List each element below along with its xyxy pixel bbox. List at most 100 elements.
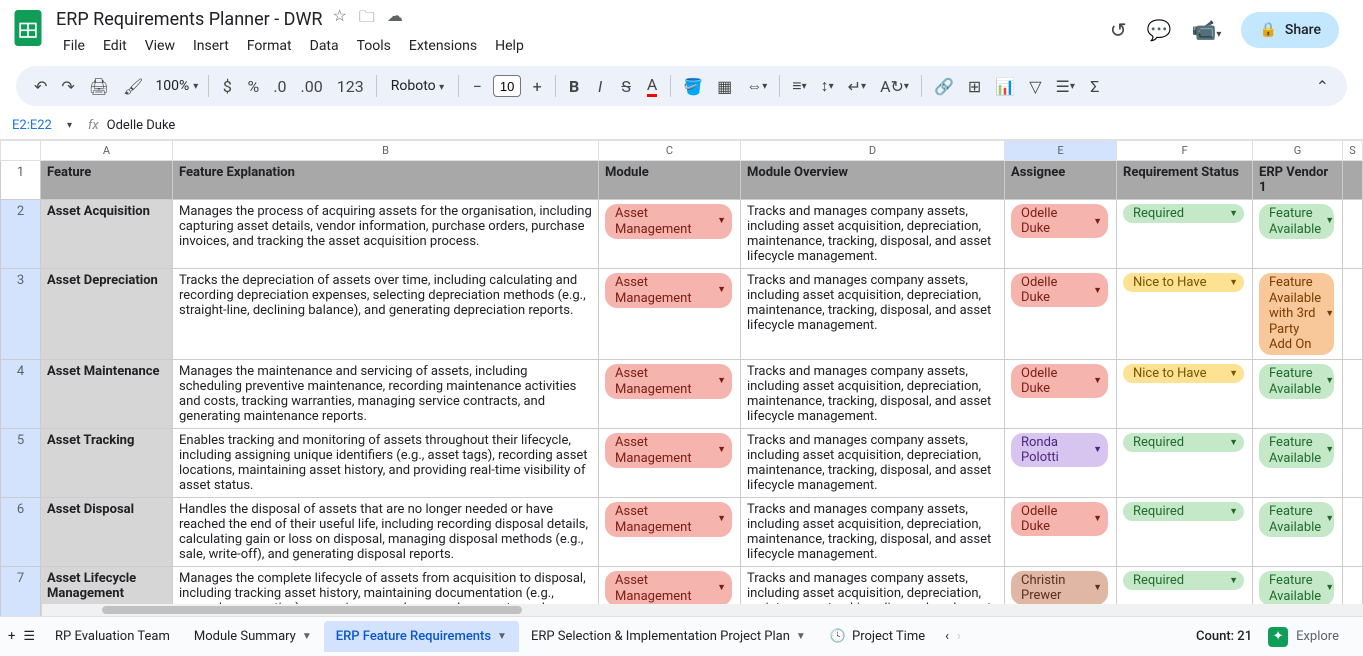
header-vendor[interactable]: ERP Vendor 1	[1253, 161, 1343, 200]
cell-module[interactable]: Asset Management▼	[599, 200, 741, 269]
menu-data[interactable]: Data	[303, 34, 346, 58]
cell-vendor[interactable]: Feature Available with 3rd Party Add On▼	[1253, 269, 1343, 360]
cell-feature[interactable]: Asset Acquisition	[41, 200, 173, 269]
menu-insert[interactable]: Insert	[186, 34, 236, 58]
scroll-tabs-left[interactable]: ‹	[945, 629, 949, 644]
assignee-chip[interactable]: Odelle Duke▼	[1011, 502, 1108, 536]
add-sheet-button[interactable]: +	[8, 629, 15, 644]
all-sheets-button[interactable]: ☰	[23, 629, 35, 644]
cell-explain[interactable]: Enables tracking and monitoring of asset…	[173, 428, 599, 497]
sheet-tab[interactable]: Module Summary▼	[182, 621, 324, 652]
zoom-select[interactable]: 100%▾	[151, 78, 202, 94]
status-chip[interactable]: Required▼	[1123, 204, 1244, 223]
cell-module[interactable]: Asset Management▼	[599, 269, 741, 360]
cell-status[interactable]: Required▼	[1117, 497, 1253, 566]
name-box[interactable]: E2:E22▾	[6, 116, 78, 135]
strike-button[interactable]: S	[614, 71, 638, 102]
status-chip[interactable]: Required▼	[1123, 571, 1244, 590]
cell-feature[interactable]: Asset Depreciation	[41, 269, 173, 360]
menu-file[interactable]: File	[56, 34, 92, 58]
rotate-button[interactable]: A↻▾	[874, 71, 915, 102]
cell-overview[interactable]: Tracks and manages company assets, inclu…	[741, 428, 1005, 497]
header-feature[interactable]: Feature	[41, 161, 173, 200]
comment-icon[interactable]: 💬	[1147, 18, 1172, 42]
vendor-chip[interactable]: Feature Available▼	[1259, 204, 1334, 239]
percent-button[interactable]: %	[241, 71, 265, 102]
horizontal-scrollbar[interactable]	[42, 604, 1363, 616]
font-size-decrease[interactable]: −	[465, 71, 489, 102]
header-overview[interactable]: Module Overview	[741, 161, 1005, 200]
print-button[interactable]: 🖨	[83, 71, 115, 102]
assignee-chip[interactable]: Odelle Duke▼	[1011, 273, 1108, 307]
paint-format-button[interactable]: 🖌	[117, 71, 149, 102]
text-color-button[interactable]: A	[640, 69, 664, 103]
cell-explain[interactable]: Handles the disposal of assets that are …	[173, 497, 599, 566]
merge-button[interactable]: ⇔▾	[740, 70, 773, 102]
header-explain[interactable]: Feature Explanation	[173, 161, 599, 200]
font-size-increase[interactable]: +	[525, 71, 549, 102]
module-chip[interactable]: Asset Management▼	[605, 502, 732, 537]
cell-status[interactable]: Nice to Have▼	[1117, 269, 1253, 360]
cell-module[interactable]: Asset Management▼	[599, 359, 741, 428]
currency-button[interactable]: $	[215, 71, 239, 102]
assignee-chip[interactable]: Christin Prewer▼	[1011, 571, 1108, 605]
select-all[interactable]	[1, 141, 41, 161]
cell-overview[interactable]: Tracks and manages company assets, inclu…	[741, 359, 1005, 428]
cell-overview[interactable]: Tracks and manages company assets, inclu…	[741, 200, 1005, 269]
functions-button[interactable]: Σ	[1083, 71, 1107, 102]
wrap-button[interactable]: ↵▾	[842, 71, 872, 102]
cell-assignee[interactable]: Odelle Duke▼	[1005, 497, 1117, 566]
status-chip[interactable]: Nice to Have▼	[1123, 273, 1244, 292]
menu-view[interactable]: View	[138, 34, 182, 58]
cell-assignee[interactable]: Ronda Polotti▼	[1005, 428, 1117, 497]
star-icon[interactable]: ☆	[333, 6, 347, 33]
col-f[interactable]: F	[1117, 141, 1253, 161]
cell-status[interactable]: Required▼	[1117, 428, 1253, 497]
vendor-chip[interactable]: Feature Available▼	[1259, 571, 1334, 606]
doc-title[interactable]: ERP Requirements Planner - DWR	[56, 9, 323, 30]
col-a[interactable]: A	[41, 141, 173, 161]
sheet-tab[interactable]: RP Evaluation Team	[43, 621, 182, 652]
sheet-tab[interactable]: ERP Feature Requirements▼	[324, 621, 519, 652]
menu-format[interactable]: Format	[240, 34, 299, 58]
move-icon[interactable]: 🗀	[359, 6, 375, 33]
chart-button[interactable]: 📊	[989, 71, 1021, 102]
module-chip[interactable]: Asset Management▼	[605, 433, 732, 468]
bold-button[interactable]: B	[562, 71, 586, 102]
link-button[interactable]: 🔗	[928, 71, 960, 102]
cell-vendor[interactable]: Feature Available▼	[1253, 200, 1343, 269]
vendor-chip[interactable]: Feature Available with 3rd Party Add On▼	[1259, 273, 1334, 355]
redo-button[interactable]: ↷	[55, 71, 80, 102]
undo-button[interactable]: ↶	[28, 71, 53, 102]
assignee-chip[interactable]: Odelle Duke▼	[1011, 364, 1108, 398]
col-h[interactable]: S	[1343, 141, 1363, 161]
header-module[interactable]: Module	[599, 161, 741, 200]
valign-button[interactable]: ↕▾	[815, 70, 840, 102]
cell-status[interactable]: Required▼	[1117, 200, 1253, 269]
cell-vendor[interactable]: Feature Available▼	[1253, 359, 1343, 428]
row-hdr[interactable]: 4	[1, 359, 41, 428]
filter-view-button[interactable]: ☰▾	[1050, 71, 1081, 102]
menu-edit[interactable]: Edit	[96, 34, 134, 58]
filter-button[interactable]: ▽	[1023, 71, 1047, 102]
menu-extensions[interactable]: Extensions	[402, 34, 484, 58]
row-hdr[interactable]: 2	[1, 200, 41, 269]
cell-feature[interactable]: Asset Maintenance	[41, 359, 173, 428]
vendor-chip[interactable]: Feature Available▼	[1259, 433, 1334, 468]
font-size-input[interactable]	[493, 75, 521, 97]
header-assignee[interactable]: Assignee	[1005, 161, 1117, 200]
col-g[interactable]: G	[1253, 141, 1343, 161]
row-hdr[interactable]: 6	[1, 497, 41, 566]
cell-feature[interactable]: Asset Disposal	[41, 497, 173, 566]
col-e[interactable]: E	[1005, 141, 1117, 161]
cell-explain[interactable]: Tracks the depreciation of assets over t…	[173, 269, 599, 360]
cell-assignee[interactable]: Odelle Duke▼	[1005, 269, 1117, 360]
status-chip[interactable]: Nice to Have▼	[1123, 364, 1244, 383]
cell-vendor[interactable]: Feature Available▼	[1253, 497, 1343, 566]
italic-button[interactable]: I	[588, 71, 612, 102]
vendor-chip[interactable]: Feature Available▼	[1259, 502, 1334, 537]
status-chip[interactable]: Required▼	[1123, 502, 1244, 521]
status-chip[interactable]: Required▼	[1123, 433, 1244, 452]
meet-icon[interactable]: 📹▾	[1192, 18, 1222, 42]
module-chip[interactable]: Asset Management▼	[605, 571, 732, 606]
